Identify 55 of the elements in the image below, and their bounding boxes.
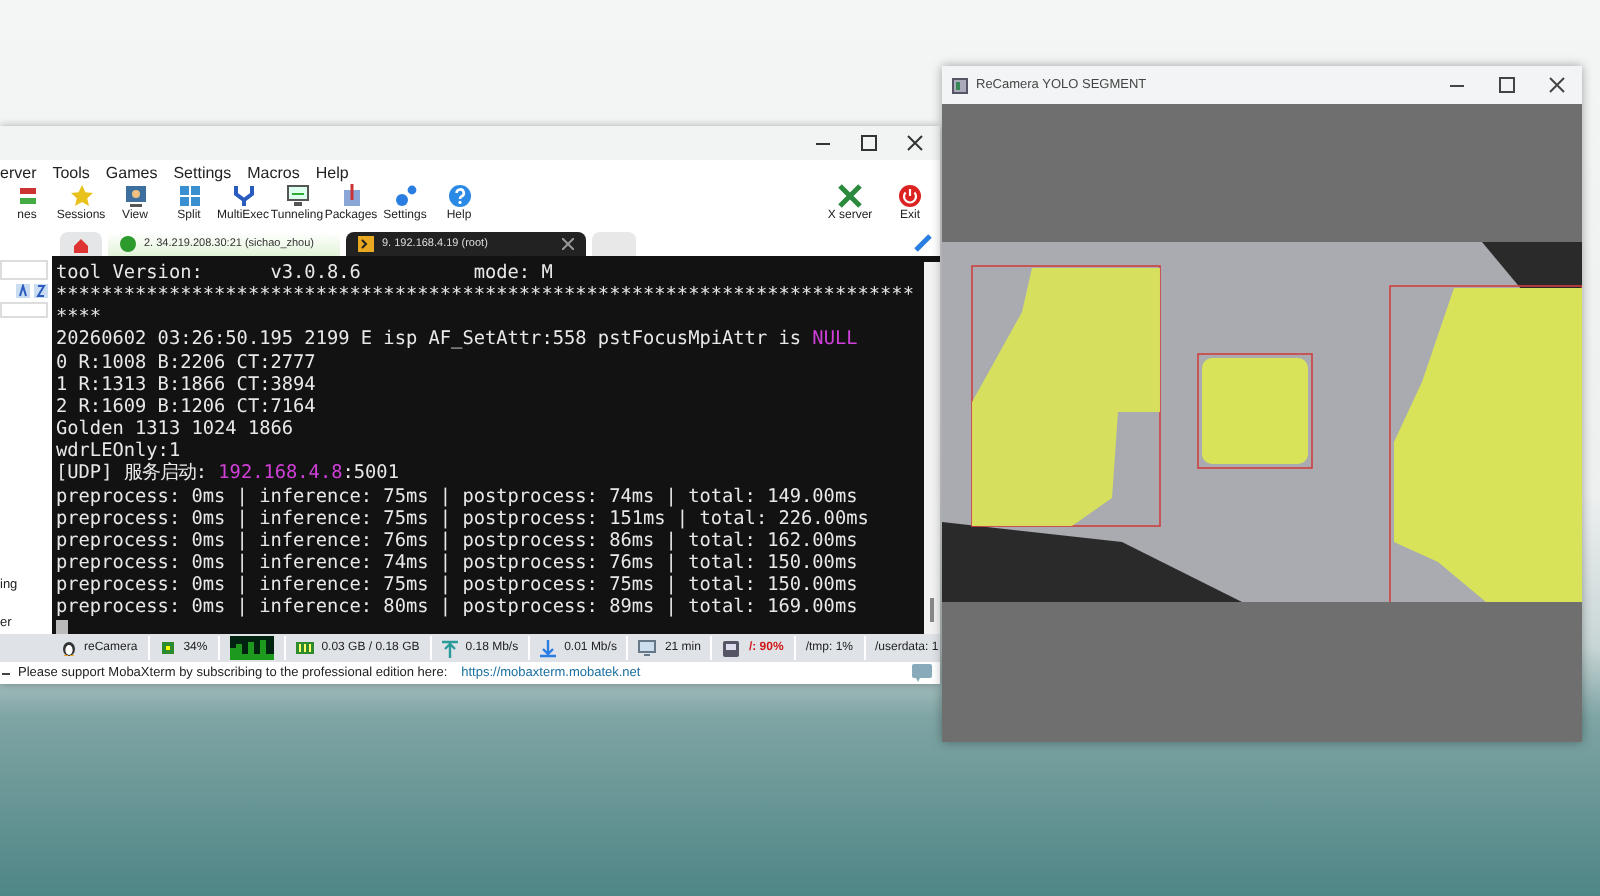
globe-icon (120, 236, 136, 252)
monitor-icon (638, 640, 657, 656)
close-icon[interactable] (1548, 76, 1566, 94)
input-field[interactable] (0, 260, 48, 280)
session-tab[interactable] (60, 232, 102, 256)
terminal-line: preprocess: 0ms | inference: 74ms | postprocess: 76ms | total: 150.00ms (56, 552, 860, 575)
penguin-icon (62, 640, 76, 656)
split-icon (177, 184, 201, 208)
help-icon (447, 184, 471, 208)
chat-icon[interactable] (912, 664, 932, 682)
menu-item[interactable]: Tools (52, 163, 90, 181)
terminal-line: 1 R:1313 B:1866 CT:3894 (56, 373, 318, 396)
view-icon (123, 184, 147, 208)
cpu-graph-icon (229, 636, 274, 660)
terminal-line: **** (56, 306, 104, 329)
menu-item[interactable]: Games (105, 163, 158, 181)
chip-icon (159, 640, 176, 656)
terminal-line: 2 R:1609 B:1206 CT:7164 (56, 395, 318, 419)
terminal-line: **************************************************************************** (56, 284, 916, 307)
app-icon (952, 77, 968, 93)
terminal-line: preprocess: 0ms | inference: 75ms | postprocess: 75ms | total: 150.00ms (56, 574, 860, 597)
terminal-line: [UDP] 服务启动: 192.168.4.8:5001 (56, 462, 401, 486)
terminal-line: preprocess: 0ms | inference: 75ms | postprocess: 74ms | total: 149.00ms (56, 485, 860, 508)
power-icon (898, 184, 922, 208)
terminal-line: wdrLEOnly:1 (56, 440, 183, 463)
terminal-line: preprocess: 0ms | inference: 76ms | postprocess: 86ms | total: 162.00ms (56, 529, 860, 553)
terminal-line: 20260602 03:26:50.195 2199 E isp AF_SetAttr:558 pstFocusMpiAttr is NULL (56, 328, 860, 352)
memory-icon (295, 642, 314, 654)
terminal-line: Golden 1313 1024 1866 (56, 418, 296, 441)
letter-icon[interactable] (16, 284, 30, 298)
gears-icon (393, 184, 417, 208)
link-icon[interactable] (914, 234, 932, 252)
letter-icon[interactable] (34, 284, 48, 298)
star-icon (69, 184, 93, 208)
menu-item[interactable]: erver (0, 163, 37, 181)
menu-item[interactable]: Macros (247, 163, 300, 181)
terminal-icon (358, 236, 374, 252)
maximize-icon[interactable] (860, 134, 878, 152)
maximize-icon[interactable] (1498, 76, 1516, 94)
close-icon[interactable] (906, 134, 924, 152)
download-icon (540, 639, 557, 657)
terminal-line: preprocess: 0ms | inference: 80ms | postprocess: 89ms | total: 169.00ms (56, 596, 860, 619)
menu-item[interactable]: Settings (173, 163, 232, 181)
terminal-line: 0 R:1008 B:2206 CT:2777 (56, 351, 318, 374)
package-icon (339, 184, 363, 208)
monitor-icon (285, 184, 309, 208)
fork-icon (231, 184, 255, 208)
terminal-line: preprocess: 0ms | inference: 75ms | postprocess: 151ms | total: 226.00ms (56, 507, 871, 530)
scrollbar[interactable] (924, 262, 940, 634)
servers-icon (15, 184, 39, 208)
close-icon[interactable] (562, 238, 574, 250)
upload-icon (441, 639, 458, 657)
terminal-line: tool Version: v3.0.8.6 mode: M (56, 262, 555, 285)
x-logo-icon (838, 184, 862, 208)
menu-item[interactable]: Help (315, 163, 349, 181)
